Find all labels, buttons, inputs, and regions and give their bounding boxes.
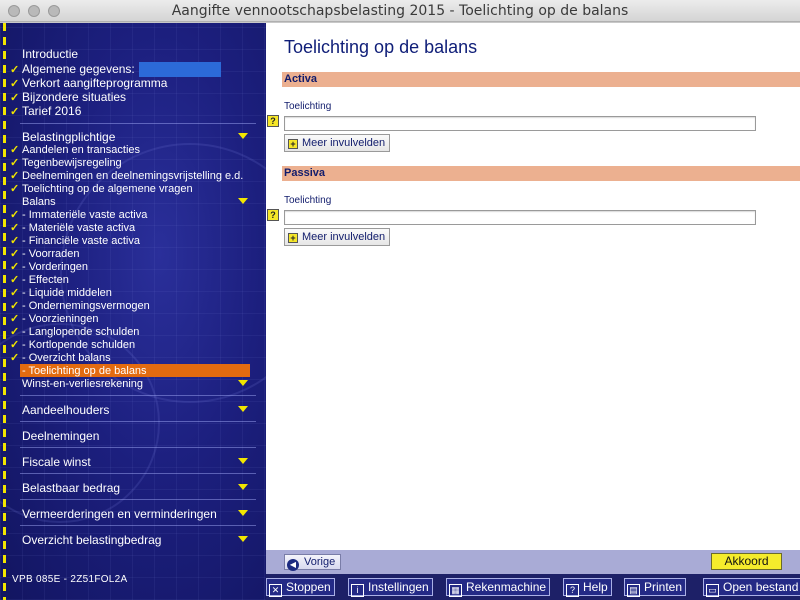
passiva-toelichting-input[interactable]	[284, 210, 756, 225]
chevron-down-icon	[238, 380, 248, 386]
chevron-down-icon	[238, 510, 248, 516]
checkmark-icon: ✓	[10, 248, 20, 260]
checkmark-icon: ✓	[10, 144, 20, 156]
sidebar-section-balans[interactable]: Balans	[10, 195, 254, 209]
version-label: VPB 085E - 2Z51FOL2A	[12, 574, 128, 585]
checkmark-icon: ✓	[10, 287, 20, 299]
sidebar-divider	[20, 447, 256, 448]
sidebar-section-winst-en-verliesrekening[interactable]: Winst-en-verliesrekening	[10, 377, 254, 391]
sidebar-section-vermeerderingen[interactable]: Vermeerderingen en verminderingen	[10, 507, 254, 521]
window-title: Aangifte vennootschapsbelasting 2015 - T…	[171, 3, 629, 19]
printen-button[interactable]: ▤ Printen	[624, 578, 687, 597]
sidebar-divider	[20, 499, 256, 500]
chevron-down-icon	[238, 133, 248, 139]
sidebar: Introductie ✓ Algemene gegevens: ✓ Verkort…	[0, 23, 266, 600]
checkmark-icon: ✓	[10, 222, 20, 234]
stoppen-button[interactable]: ✕ Stoppen	[266, 578, 335, 597]
plus-icon: +	[288, 233, 298, 243]
sidebar-item-bijzondere-situaties[interactable]: ✓ Bijzondere situaties	[10, 91, 126, 105]
checkmark-icon: ✓	[10, 313, 20, 325]
sidebar-item-effecten[interactable]: ✓ - Effecten	[10, 274, 69, 287]
page-title: Toelichting op de balans	[284, 37, 478, 57]
checkmark-icon: ✓	[10, 339, 20, 351]
activa-toelichting-label: Toelichting	[284, 101, 332, 112]
help-icon[interactable]: ?	[267, 209, 279, 221]
passiva-more-fields-button[interactable]: + Meer invulvelden	[284, 228, 391, 246]
window-titlebar: Aangifte vennootschapsbelasting 2015 - T…	[0, 0, 800, 22]
open-bestand-button[interactable]: ▭ Open bestand	[703, 578, 800, 597]
main-panel: Toelichting op de balans Activa Toelicht…	[266, 23, 800, 550]
activa-toelichting-input[interactable]	[284, 116, 756, 131]
sidebar-item-aandelen[interactable]: ✓ Aandelen en transacties	[10, 144, 140, 157]
sidebar-item-materiele-vaste-activa[interactable]: ✓ - Materiële vaste activa	[10, 222, 135, 235]
navigation-bar: ◀ Vorige Akkoord	[266, 550, 800, 574]
checkmark-icon: ✓	[10, 261, 20, 273]
sidebar-item-ondernemingsvermogen[interactable]: ✓ - Ondernemingsvermogen	[10, 300, 150, 313]
help-icon[interactable]: ?	[267, 115, 279, 127]
checkmark-icon: ✓	[10, 63, 20, 76]
previous-button[interactable]: ◀ Vorige	[284, 554, 342, 571]
sidebar-divider	[20, 395, 256, 396]
sidebar-item-algemene-gegevens[interactable]: ✓ Algemene gegevens:	[10, 62, 221, 77]
sidebar-item-vorderingen[interactable]: ✓ - Vorderingen	[10, 261, 88, 274]
sidebar-section-overzicht-belastingbedrag[interactable]: Overzicht belastingbedrag	[10, 533, 254, 547]
sidebar-item-financiele-vaste-activa[interactable]: ✓ - Financiële vaste activa	[10, 235, 140, 248]
sidebar-section-aandeelhouders[interactable]: Aandeelhouders	[10, 403, 254, 417]
sidebar-item-deelnemingsvrijstelling[interactable]: ✓ Deelnemingen en deelnemingsvrijstelling…	[10, 170, 243, 183]
sidebar-section-deelnemingen[interactable]: Deelnemingen	[10, 429, 254, 443]
passiva-toelichting-label: Toelichting	[284, 195, 332, 206]
checkmark-icon: ✓	[10, 157, 20, 169]
section-header-passiva: Passiva	[282, 166, 800, 181]
sidebar-item-kortlopende-schulden[interactable]: ✓ - Kortlopende schulden	[10, 339, 135, 352]
stop-icon: ✕	[269, 584, 282, 597]
calculator-icon: ▦	[449, 584, 462, 597]
bottom-toolbar: ✕ Stoppen i Instellingen ▦ Rekenmachine ? He…	[266, 574, 800, 600]
checkmark-icon: ✓	[10, 300, 20, 312]
arrow-left-icon: ◀	[287, 559, 299, 571]
sidebar-divider	[20, 421, 256, 422]
sidebar-divider	[20, 525, 256, 526]
folder-icon: ▭	[706, 584, 719, 597]
chevron-down-icon	[238, 406, 248, 412]
sidebar-divider	[20, 123, 256, 124]
sidebar-section-fiscale-winst[interactable]: Fiscale winst	[10, 455, 254, 469]
checkmark-icon: ✓	[10, 106, 20, 118]
sidebar-item-langlopende-schulden[interactable]: ✓ - Langlopende schulden	[10, 326, 139, 339]
sidebar-item-voorraden[interactable]: ✓ - Voorraden	[10, 248, 79, 261]
sidebar-item-liquide-middelen[interactable]: ✓ - Liquide middelen	[10, 287, 112, 300]
plus-icon: +	[288, 139, 298, 149]
chevron-down-icon	[238, 198, 248, 204]
info-icon: i	[351, 584, 364, 597]
sidebar-item-immateriele-vaste-activa[interactable]: ✓ - Immateriële vaste activa	[10, 209, 147, 222]
sidebar-item-voorzieningen[interactable]: ✓ - Voorzieningen	[10, 313, 98, 326]
activa-more-fields-button[interactable]: + Meer invulvelden	[284, 134, 391, 152]
sidebar-item-verkort-aangifteprogramma[interactable]: ✓ Verkort aangifteprogramma	[10, 77, 167, 91]
help-button[interactable]: ? Help	[563, 578, 612, 597]
sidebar-item-tegenbewijsregeling[interactable]: ✓ Tegenbewijsregeling	[10, 157, 122, 170]
sidebar-divider	[20, 473, 256, 474]
checkmark-icon: ✓	[10, 274, 20, 286]
sidebar-item-tarief-2016[interactable]: ✓ Tarief 2016	[10, 105, 81, 119]
checkmark-icon: ✓	[10, 326, 20, 338]
progress-stripe	[3, 23, 6, 600]
checkmark-icon: ✓	[10, 209, 20, 221]
printer-icon: ▤	[627, 584, 640, 597]
checkmark-icon: ✓	[10, 78, 20, 90]
rekenmachine-button[interactable]: ▦ Rekenmachine	[446, 578, 551, 597]
section-header-activa: Activa	[282, 72, 800, 87]
chevron-down-icon	[238, 484, 248, 490]
help-icon: ?	[566, 584, 579, 597]
checkmark-icon: ✓	[10, 170, 20, 182]
checkmark-icon: ✓	[10, 235, 20, 247]
name-field-highlight	[138, 62, 221, 77]
instellingen-button[interactable]: i Instellingen	[348, 578, 433, 597]
sidebar-section-belastbaar-bedrag[interactable]: Belastbaar bedrag	[10, 481, 254, 495]
sidebar-section-belastingplichtige[interactable]: Belastingplichtige	[10, 130, 254, 144]
sidebar-item-introductie[interactable]: Introductie	[10, 48, 78, 61]
akkoord-button[interactable]: Akkoord	[711, 553, 782, 570]
chevron-down-icon	[238, 458, 248, 464]
checkmark-icon: ✓	[10, 92, 20, 104]
chevron-down-icon	[238, 536, 248, 542]
